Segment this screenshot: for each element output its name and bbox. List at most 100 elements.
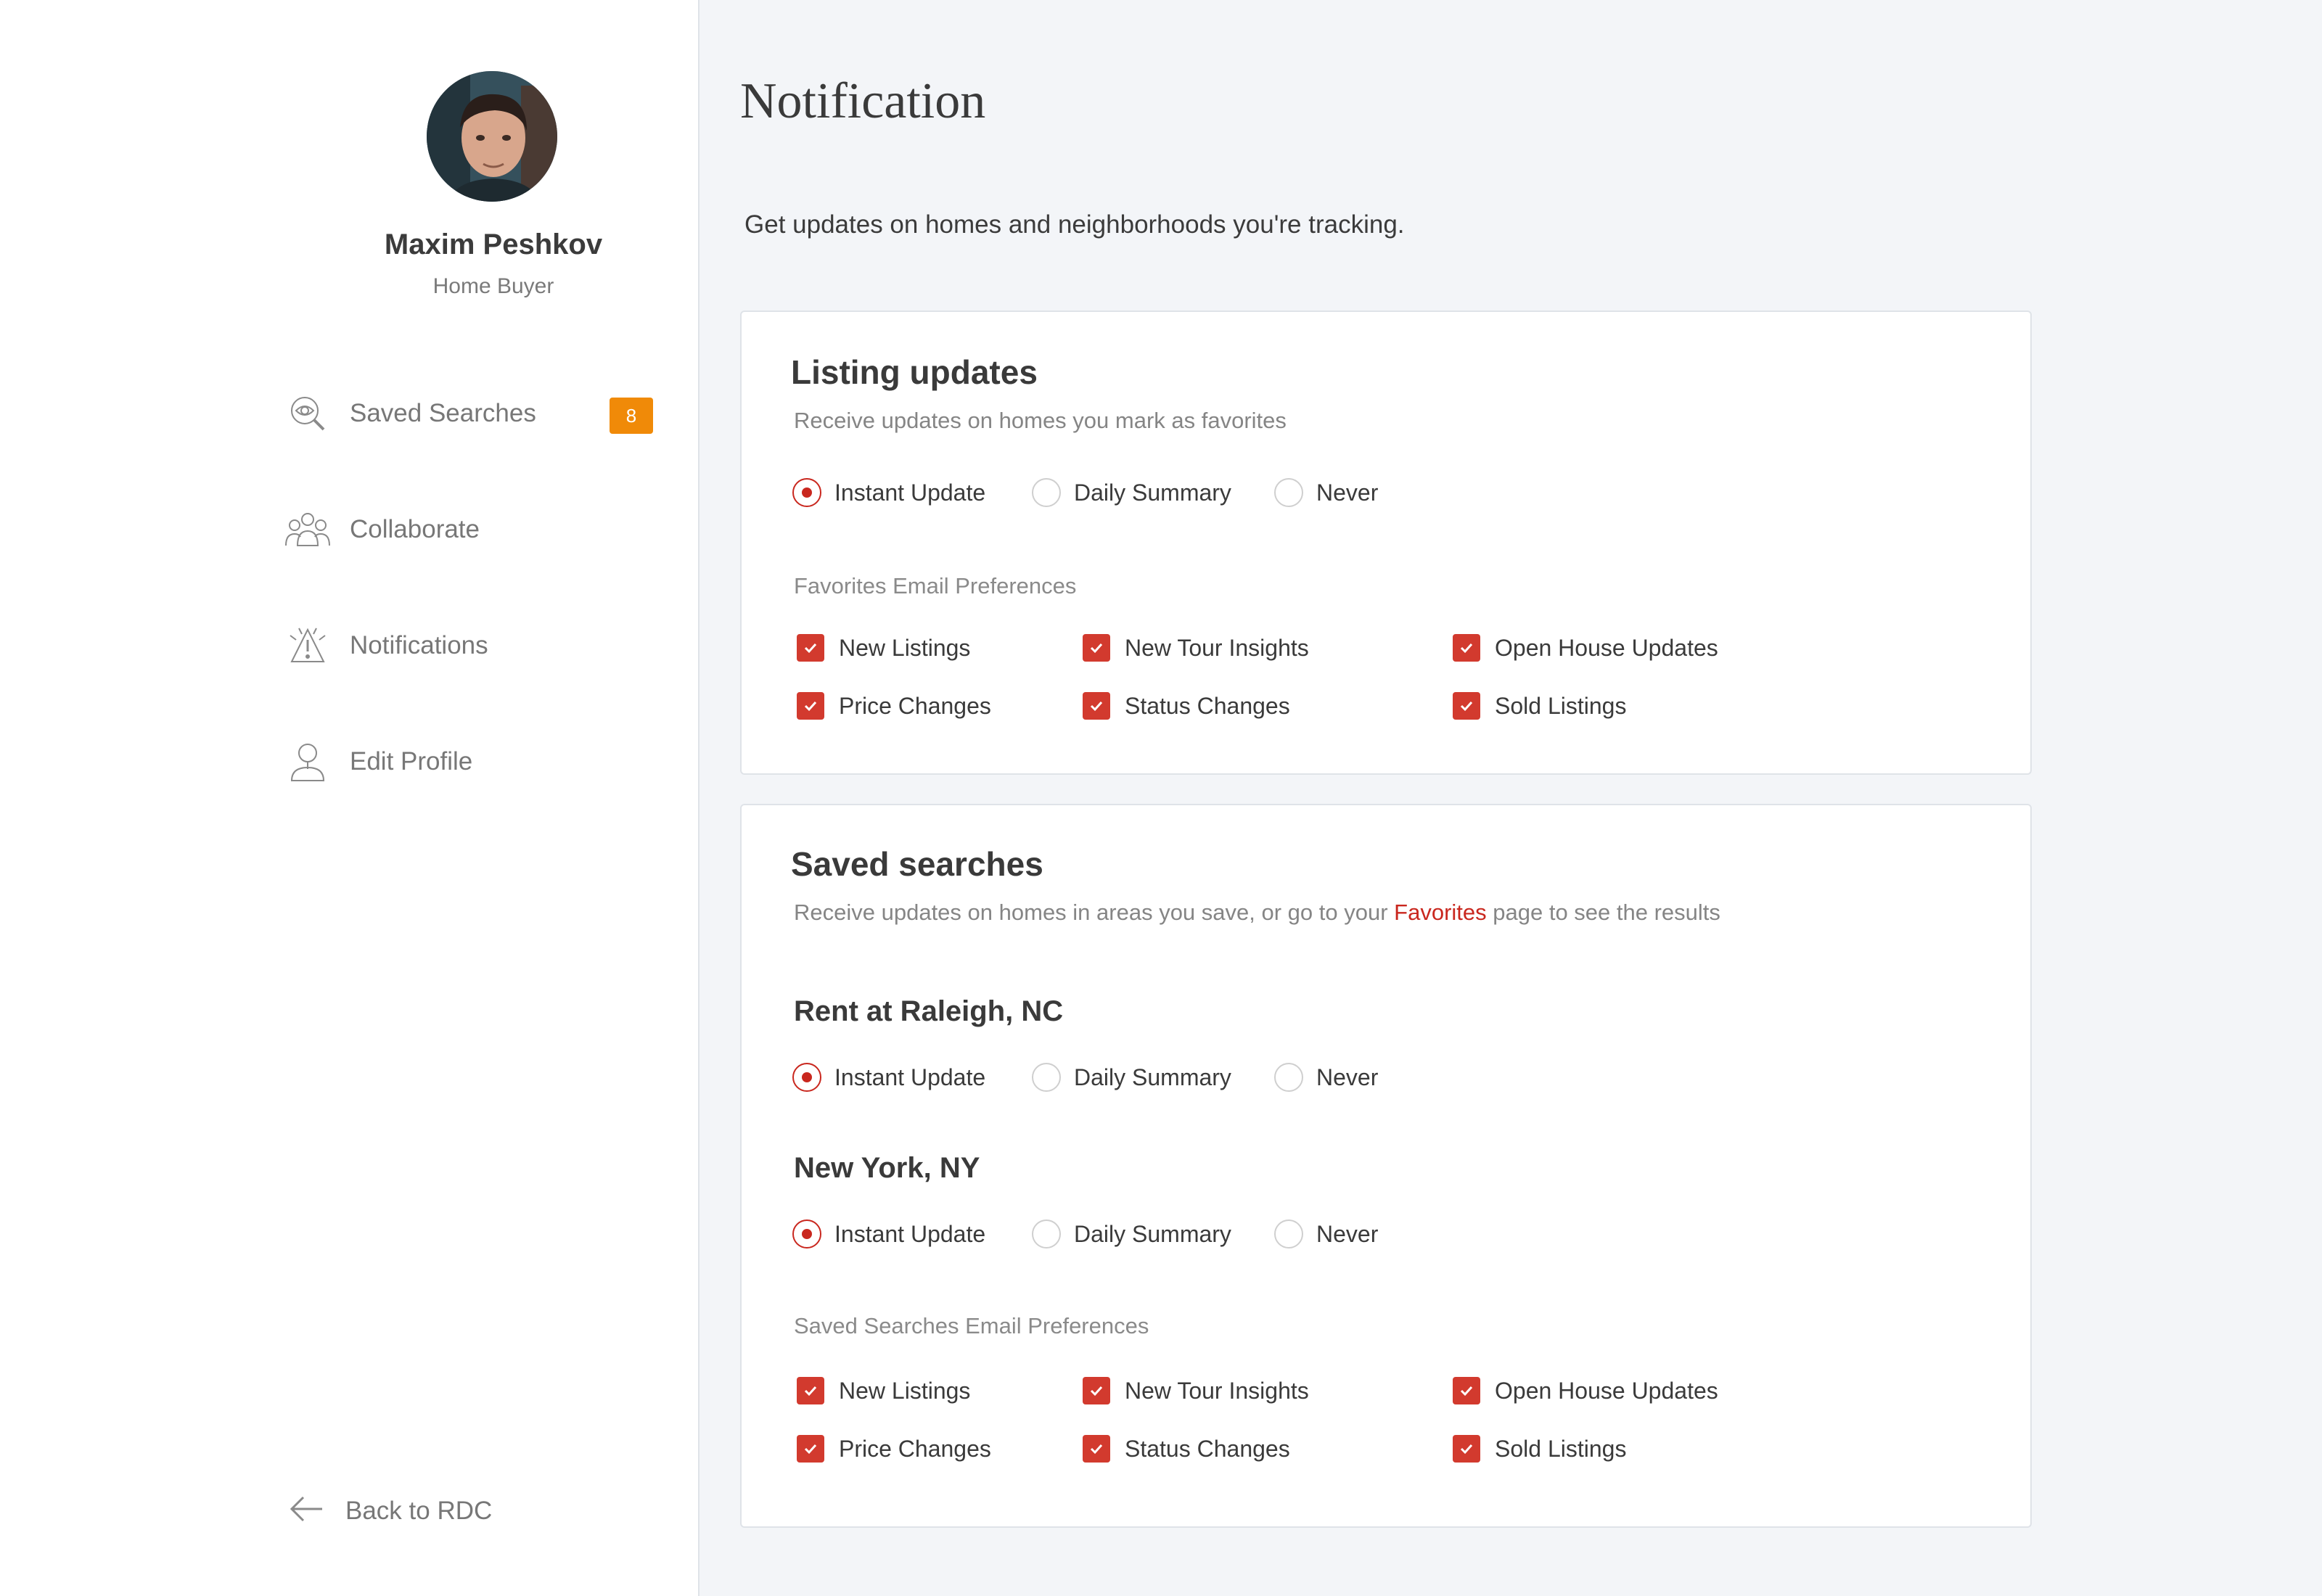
checkmark-icon (1453, 1377, 1480, 1404)
sidebar-item-label: Saved Searches (350, 399, 536, 427)
radio-label: Never (1316, 1064, 1379, 1090)
checkbox-new-listings[interactable]: New Listings (797, 631, 970, 665)
radio-instant-update[interactable]: Instant Update (792, 474, 985, 511)
collaborate-icon (284, 506, 331, 553)
user-name: Maxim Peshkov (384, 229, 603, 260)
radio-label: Daily Summary (1074, 1064, 1231, 1090)
radio-circle (1032, 1063, 1061, 1092)
listing-updates-title: Listing updates (791, 353, 1038, 391)
avatar[interactable] (427, 71, 557, 202)
sidebar-item-collaborate[interactable]: Collaborate (284, 501, 662, 559)
checkmark-icon (1083, 634, 1110, 662)
user-role: Home Buyer (432, 274, 554, 298)
favorites-prefs-label: Favorites Email Preferences (794, 573, 1077, 598)
checkbox-open-house-updates[interactable]: Open House Updates (1453, 631, 1718, 665)
checkbox-price-changes[interactable]: Price Changes (797, 1432, 991, 1465)
saved-search-name: New York, NY (794, 1152, 980, 1184)
checkbox-sold-listings[interactable]: Sold Listings (1453, 689, 1626, 723)
favorites-prefs-grid: New Listings New Tour Insights Open Hous… (797, 631, 1813, 733)
checkmark-icon (1453, 1435, 1480, 1463)
raleigh-frequency-group: Instant Update Daily Summary Never (792, 1059, 1663, 1095)
checkbox-label: Sold Listings (1495, 1435, 1627, 1462)
arrow-left-icon (289, 1494, 324, 1527)
sidebar: Maxim Peshkov Home Buyer Saved Searches … (0, 0, 700, 1596)
radio-label: Instant Update (834, 1220, 986, 1247)
saved-searches-prefs-label: Saved Searches Email Preferences (794, 1313, 1149, 1338)
saved-search-name: Rent at Raleigh, NC (794, 995, 1064, 1027)
radio-circle (1274, 1063, 1303, 1092)
sidebar-item-edit-profile[interactable]: Edit Profile (284, 733, 662, 791)
sidebar-item-label: Collaborate (350, 515, 480, 543)
description-prefix: Receive updates on homes in areas you sa… (794, 900, 1395, 925)
checkmark-icon (1083, 1377, 1110, 1404)
checkbox-sold-listings[interactable]: Sold Listings (1453, 1432, 1626, 1465)
profile-icon (284, 739, 331, 785)
checkmark-icon (797, 1435, 824, 1463)
radio-label: Daily Summary (1074, 1220, 1231, 1247)
checkmark-icon (797, 692, 824, 720)
checkmark-icon (1083, 692, 1110, 720)
checkbox-label: Price Changes (839, 692, 991, 719)
checkbox-new-tour-insights[interactable]: New Tour Insights (1083, 1374, 1309, 1407)
checkbox-label: Status Changes (1125, 1435, 1290, 1462)
checkmark-icon (1453, 634, 1480, 662)
saved-searches-title: Saved searches (791, 845, 1043, 883)
new-york-frequency-group: Instant Update Daily Summary Never (792, 1216, 1663, 1252)
radio-circle (1032, 1219, 1061, 1249)
radio-label: Never (1316, 479, 1379, 506)
notification-icon (284, 622, 331, 669)
radio-label: Never (1316, 1220, 1379, 1247)
radio-circle (1274, 1219, 1303, 1249)
checkbox-label: Sold Listings (1495, 692, 1627, 719)
checkbox-new-tour-insights[interactable]: New Tour Insights (1083, 631, 1309, 665)
radio-instant-update[interactable]: Instant Update (792, 1216, 985, 1252)
checkbox-price-changes[interactable]: Price Changes (797, 689, 991, 723)
sidebar-item-saved-searches[interactable]: Saved Searches 8 (284, 384, 662, 443)
back-to-rdc-link[interactable]: Back to RDC (289, 1494, 492, 1527)
saved-searches-card: Saved searches Receive updates on homes … (740, 804, 2032, 1528)
checkbox-label: Open House Updates (1495, 634, 1718, 661)
radio-circle-selected (792, 1063, 821, 1092)
checkmark-icon (797, 1377, 824, 1404)
radio-daily-summary[interactable]: Daily Summary (1032, 474, 1231, 511)
checkbox-label: Price Changes (839, 1435, 991, 1462)
listing-updates-description: Receive updates on homes you mark as fav… (794, 408, 1287, 433)
checkmark-icon (1083, 1435, 1110, 1463)
sidebar-item-label: Notifications (350, 631, 488, 659)
checkbox-open-house-updates[interactable]: Open House Updates (1453, 1374, 1718, 1407)
page-title: Notification (740, 73, 986, 129)
checkbox-label: New Listings (839, 1377, 971, 1404)
radio-circle (1274, 478, 1303, 507)
saved-search-icon (284, 390, 331, 437)
checkbox-status-changes[interactable]: Status Changes (1083, 689, 1290, 723)
saved-searches-count-badge: 8 (610, 398, 653, 434)
radio-never[interactable]: Never (1274, 1059, 1378, 1095)
radio-never[interactable]: Never (1274, 1216, 1378, 1252)
listing-frequency-group: Instant Update Daily Summary Never (792, 474, 1663, 511)
back-label: Back to RDC (345, 1496, 493, 1525)
checkbox-label: Open House Updates (1495, 1377, 1718, 1404)
radio-never[interactable]: Never (1274, 474, 1378, 511)
checkbox-label: Status Changes (1125, 692, 1290, 719)
saved-searches-description: Receive updates on homes in areas you sa… (794, 900, 1720, 926)
checkbox-new-listings[interactable]: New Listings (797, 1374, 970, 1407)
radio-circle-selected (792, 1219, 821, 1249)
page-subtitle: Get updates on homes and neighborhoods y… (744, 210, 1405, 239)
radio-daily-summary[interactable]: Daily Summary (1032, 1059, 1231, 1095)
sidebar-item-notifications[interactable]: Notifications (284, 617, 662, 675)
checkbox-label: New Listings (839, 634, 971, 661)
checkmark-icon (797, 634, 824, 662)
radio-label: Daily Summary (1074, 479, 1231, 506)
radio-instant-update[interactable]: Instant Update (792, 1059, 985, 1095)
listing-updates-card: Listing updates Receive updates on homes… (740, 310, 2032, 775)
radio-label: Instant Update (834, 1064, 986, 1090)
checkbox-status-changes[interactable]: Status Changes (1083, 1432, 1290, 1465)
radio-circle-selected (792, 478, 821, 507)
checkmark-icon (1453, 692, 1480, 720)
radio-circle (1032, 478, 1061, 507)
sidebar-item-label: Edit Profile (350, 747, 473, 776)
radio-daily-summary[interactable]: Daily Summary (1032, 1216, 1231, 1252)
checkbox-label: New Tour Insights (1125, 634, 1309, 661)
favorites-link[interactable]: Favorites (1394, 900, 1486, 925)
avatar-image (427, 71, 557, 202)
